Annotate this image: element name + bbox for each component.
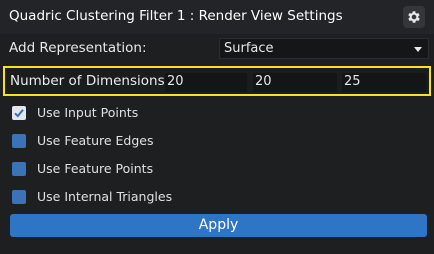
use-input-points-checkbox[interactable] (12, 106, 26, 120)
use-internal-triangles-checkbox[interactable] (12, 190, 26, 204)
number-of-dimensions-label: Number of Dimensions : (10, 73, 174, 89)
window-title: Quadric Clustering Filter 1 : Render Vie… (9, 8, 343, 24)
dimension-y-field[interactable]: 20 (253, 73, 337, 92)
representation-selected-value: Surface (224, 41, 274, 56)
representation-dropdown[interactable]: Surface (219, 38, 429, 59)
use-internal-triangles-option[interactable]: Use Internal Triangles (0, 186, 434, 208)
use-input-points-option[interactable]: Use Input Points (0, 102, 434, 124)
dimension-x-field[interactable]: 20 (165, 73, 247, 92)
use-feature-edges-option[interactable]: Use Feature Edges (0, 130, 434, 152)
chevron-down-icon (414, 47, 422, 52)
use-input-points-label: Use Input Points (37, 105, 139, 120)
apply-button[interactable]: Apply (10, 214, 427, 237)
gear-icon (408, 11, 420, 23)
add-representation-label: Add Representation: (9, 40, 147, 56)
checkmark-icon (14, 109, 24, 118)
use-feature-edges-label: Use Feature Edges (37, 133, 154, 148)
use-feature-points-option[interactable]: Use Feature Points (0, 158, 434, 180)
number-of-dimensions-row: Number of Dimensions : 20 20 25 (3, 66, 431, 96)
use-feature-edges-checkbox[interactable] (12, 134, 26, 148)
title-bar: Quadric Clustering Filter 1 : Render Vie… (0, 0, 434, 34)
settings-button[interactable] (403, 6, 425, 28)
add-representation-row: Add Representation: Surface (0, 36, 434, 62)
use-internal-triangles-label: Use Internal Triangles (37, 189, 173, 204)
use-feature-points-label: Use Feature Points (37, 161, 154, 176)
dimension-z-field[interactable]: 25 (342, 73, 426, 92)
use-feature-points-checkbox[interactable] (12, 162, 26, 176)
